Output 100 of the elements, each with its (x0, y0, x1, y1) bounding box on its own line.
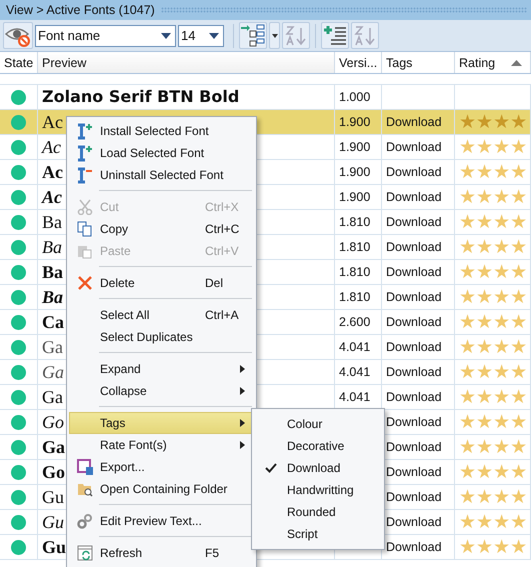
version-text: 1.900 (339, 115, 370, 129)
font-sort-dropdown[interactable]: Font name (35, 24, 176, 46)
star-icon: ★ (459, 488, 476, 506)
menu-item[interactable]: Export... (69, 456, 254, 478)
menu-item[interactable]: Download (254, 457, 382, 479)
star-icon: ★ (459, 288, 476, 306)
menu-item[interactable]: Handwritting (254, 479, 382, 501)
menu-item[interactable]: Edit Preview Text... (69, 510, 254, 532)
star-icon: ★ (493, 188, 510, 206)
star-icon: ★ (510, 362, 528, 382)
star-icon: ★ (510, 212, 528, 232)
font-preview: Ac (42, 163, 63, 181)
star-icon: ★ (476, 412, 494, 432)
status-dot (11, 214, 26, 230)
save-icon (77, 459, 93, 475)
menu-item[interactable]: Decorative (254, 435, 382, 457)
tag-text: Download (386, 265, 442, 279)
star-icon: ★ (493, 262, 510, 282)
star-icon: ★ (510, 262, 528, 282)
version-text: 1.900 (339, 140, 370, 154)
star-icon: ★ (459, 362, 476, 382)
star-icon: ★ (459, 388, 476, 406)
star-icon: ★ (493, 512, 510, 532)
paste-icon (77, 243, 93, 259)
star-icon: ★ (476, 138, 494, 156)
status-dot (11, 164, 26, 180)
star-icon: ★ (510, 338, 528, 356)
star-icon: ★ (493, 412, 510, 432)
star-icon: ★ (476, 238, 494, 256)
column-header[interactable]: Versi... (335, 52, 382, 73)
font-add-icon (76, 122, 94, 140)
font-preview: Ac (42, 138, 61, 156)
tag-text: Download (386, 540, 442, 554)
group-menu-button[interactable] (269, 22, 280, 49)
star-icon: ★ (510, 162, 528, 182)
column-header[interactable]: Rating (455, 52, 531, 73)
breadcrumb: View > Active Fonts (1047) (6, 3, 155, 17)
star-icon: ★ (510, 288, 528, 306)
submenu-arrow-icon (240, 441, 245, 449)
menu-item[interactable]: Uninstall Selected Font (69, 164, 254, 186)
font-preview: Ga (42, 338, 63, 356)
status-dot (11, 90, 26, 104)
font-preview: Gu (42, 513, 64, 531)
star-icon: ★ (493, 462, 510, 482)
version-text: 1.810 (339, 240, 370, 254)
star-icon: ★ (493, 238, 510, 256)
star-icon: ★ (476, 512, 494, 532)
column-header[interactable]: Tags (382, 52, 455, 73)
menu-item[interactable]: Script (254, 523, 382, 545)
version-text: 1.810 (339, 215, 370, 229)
tag-text: Download (386, 465, 442, 479)
star-icon: ★ (493, 212, 510, 232)
star-icon: ★ (476, 212, 494, 232)
font-preview: Ba (42, 238, 62, 256)
folder-search-icon (77, 481, 93, 497)
font-preview: Gu (42, 488, 64, 506)
star-icon: ★ (476, 338, 494, 356)
menu-item[interactable]: Rate Font(s) (69, 434, 254, 456)
star-icon: ★ (493, 162, 510, 182)
group-button[interactable] (239, 22, 267, 49)
star-icon: ★ (510, 138, 528, 156)
font-preview: Ga (42, 388, 63, 406)
menu-item[interactable]: Colour (254, 413, 382, 435)
status-dot (11, 490, 26, 504)
status-dot (11, 514, 26, 530)
version-text: 2.600 (339, 315, 370, 329)
column-header[interactable]: Preview (38, 52, 335, 73)
tag-text: Download (386, 140, 442, 154)
tag-text: Download (386, 290, 442, 304)
star-icon: ★ (459, 538, 476, 556)
font-preview: Ga (42, 363, 64, 381)
status-dot (11, 264, 26, 280)
status-dot (11, 240, 26, 254)
tag-text: Download (386, 315, 442, 329)
star-icon: ★ (493, 438, 510, 456)
star-icon: ★ (459, 312, 476, 332)
gears-icon (77, 513, 93, 529)
star-icon: ★ (476, 312, 494, 332)
star-icon: ★ (459, 338, 476, 356)
tag-text: Download (386, 440, 442, 454)
menu-item[interactable]: Refresh F5 (69, 542, 254, 564)
status-dot (11, 340, 26, 354)
star-icon: ★ (510, 412, 528, 432)
menu-item[interactable]: Open Containing Folder (69, 478, 254, 500)
hide-preview-button[interactable] (3, 22, 33, 49)
menu-item[interactable]: Tags (69, 412, 254, 434)
status-dot (11, 190, 26, 204)
font-preview: Ac (42, 188, 62, 206)
tag-text: Download (386, 340, 442, 354)
size-dropdown[interactable]: 14 (178, 24, 224, 46)
menu-item[interactable]: Rounded (254, 501, 382, 523)
star-icon: ★ (510, 188, 528, 206)
version-text: 4.041 (339, 390, 370, 404)
indent-button[interactable] (321, 22, 349, 49)
star-icon: ★ (459, 162, 476, 182)
delete-icon (77, 275, 93, 291)
star-icon: ★ (493, 288, 510, 306)
star-icon: ★ (510, 538, 528, 556)
version-text: 1.810 (339, 290, 370, 304)
menu-item[interactable]: Expand (69, 358, 254, 380)
